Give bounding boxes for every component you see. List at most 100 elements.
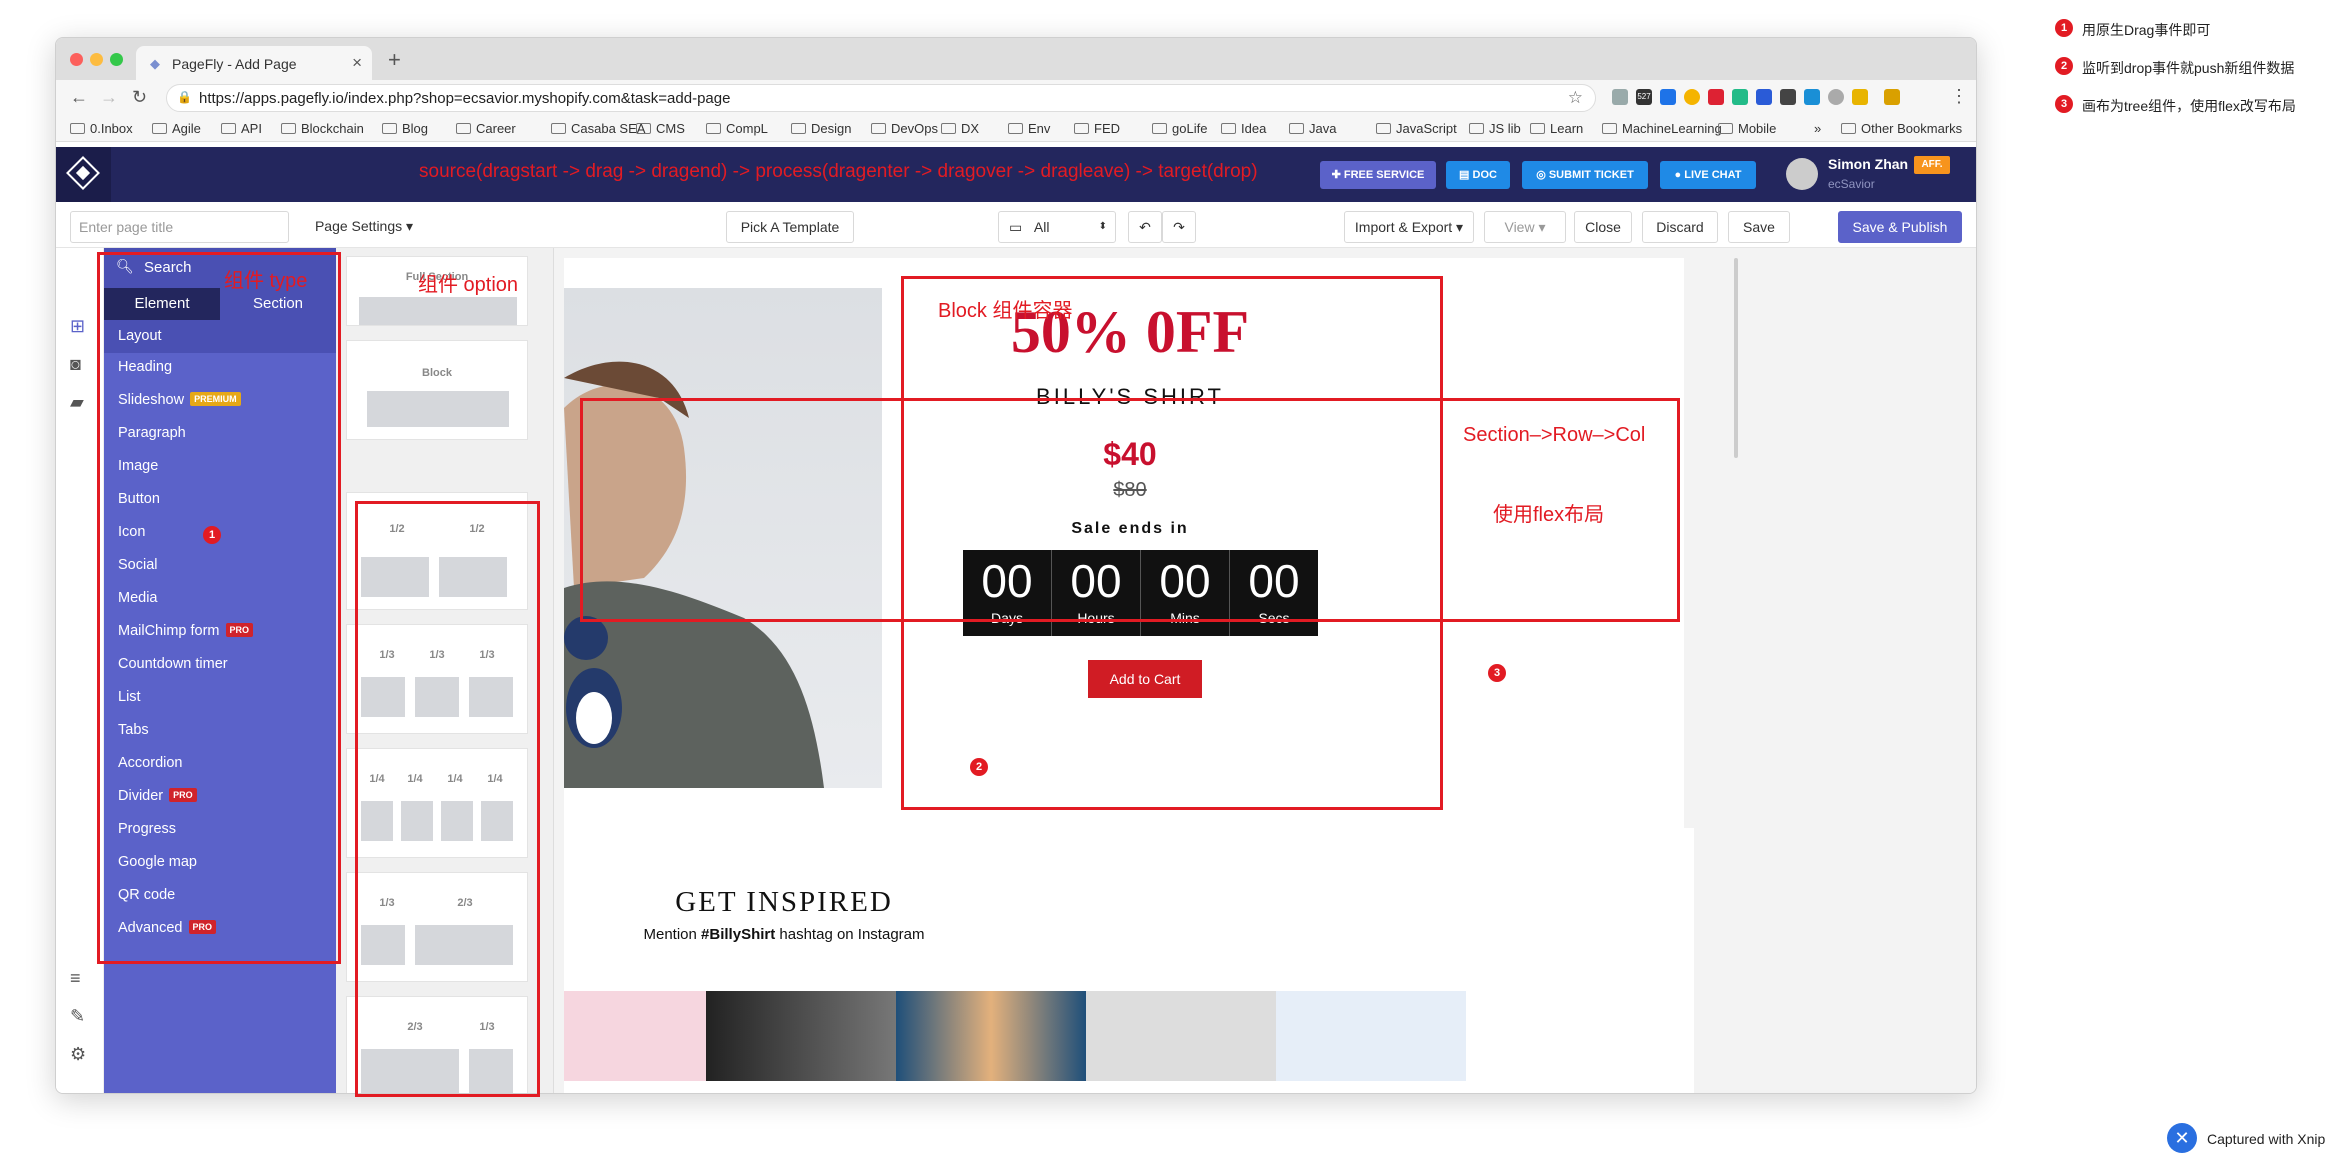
- folder-icon: [1074, 123, 1089, 134]
- device-select-value: All: [1033, 219, 1050, 235]
- elements-icon[interactable]: ⊞: [70, 316, 85, 337]
- bookmark-label: 0.Inbox: [90, 121, 133, 136]
- live-chat-button[interactable]: ● LIVE CHAT: [1660, 161, 1756, 189]
- minimize-window-button[interactable]: [90, 53, 103, 66]
- close-button[interactable]: Close: [1574, 211, 1632, 243]
- canvas-scrollbar[interactable]: [1734, 258, 1738, 458]
- save-publish-button[interactable]: Save & Publish: [1838, 211, 1962, 243]
- folder-icon: [1152, 123, 1167, 134]
- block-option[interactable]: Block: [346, 340, 528, 440]
- aff-badge[interactable]: AFF.: [1914, 156, 1950, 174]
- extension-icon[interactable]: [1804, 89, 1820, 105]
- bookmark-folder[interactable]: DevOps: [871, 121, 938, 136]
- xnip-logo-icon: ✕: [2167, 1123, 2197, 1153]
- bookmark-folder[interactable]: JS lib: [1469, 121, 1521, 136]
- bookmark-folder[interactable]: Env: [1008, 121, 1050, 136]
- extension-icon[interactable]: [1684, 89, 1700, 105]
- extension-icon[interactable]: [1828, 89, 1844, 105]
- tab-title: PageFly - Add Page: [172, 56, 297, 72]
- bookmark-folder[interactable]: Mobile: [1718, 121, 1776, 136]
- bookmark-folder[interactable]: Agile: [152, 121, 201, 136]
- note-number: 2: [2055, 57, 2073, 75]
- bookmark-star-icon[interactable]: ☆: [1568, 88, 1583, 108]
- browser-menu-icon[interactable]: ⋮: [1950, 86, 1968, 107]
- import-export-dropdown[interactable]: Import & Export ▾: [1344, 211, 1474, 243]
- bookmark-folder[interactable]: Career: [456, 121, 516, 136]
- folder-icon: [551, 123, 566, 134]
- bookmark-folder[interactable]: CompL: [706, 121, 768, 136]
- bookmark-folder[interactable]: Idea: [1221, 121, 1266, 136]
- doc-button[interactable]: ▤ DOC: [1446, 161, 1510, 189]
- instagram-photo[interactable]: [564, 991, 706, 1081]
- extension-icon[interactable]: [1756, 89, 1772, 105]
- pagefly-logo-icon[interactable]: [56, 147, 111, 202]
- bookmark-folder[interactable]: JavaScript: [1376, 121, 1457, 136]
- page-title-input[interactable]: Enter page title: [70, 211, 289, 243]
- gear-icon[interactable]: ⚙: [70, 1044, 86, 1065]
- device-select[interactable]: ▭ All ⬍: [998, 211, 1116, 243]
- bookmark-folder[interactable]: Blog: [382, 121, 428, 136]
- bookmark-label: JavaScript: [1396, 121, 1457, 136]
- discard-button[interactable]: Discard: [1642, 211, 1718, 243]
- instagram-photo[interactable]: [1086, 991, 1276, 1081]
- instagram-photo[interactable]: [706, 991, 896, 1081]
- extension-badge[interactable]: 527: [1636, 89, 1652, 105]
- page-settings-dropdown[interactable]: Page Settings ▾: [306, 211, 422, 243]
- extension-icon[interactable]: [1708, 89, 1724, 105]
- new-tab-button[interactable]: +: [388, 47, 401, 73]
- other-bookmarks[interactable]: Other Bookmarks: [1841, 121, 1962, 136]
- avatar[interactable]: [1786, 158, 1818, 190]
- full-section-preview: [359, 297, 517, 325]
- bookmark-folder[interactable]: API: [221, 121, 262, 136]
- tab-bar: ◆ PageFly - Add Page × +: [56, 38, 1976, 80]
- bookmark-label: CMS: [656, 121, 685, 136]
- folder-icon[interactable]: ▰: [70, 392, 84, 413]
- folder-icon: [221, 123, 236, 134]
- extension-icon[interactable]: [1884, 89, 1900, 105]
- bookmark-folder[interactable]: CMS: [636, 121, 685, 136]
- redo-button[interactable]: ↷: [1162, 211, 1196, 243]
- save-button[interactable]: Save: [1728, 211, 1790, 243]
- back-icon[interactable]: ←: [70, 87, 88, 108]
- user-name[interactable]: Simon Zhan: [1828, 156, 1908, 172]
- bookmark-folder[interactable]: Blockchain: [281, 121, 364, 136]
- extension-icon[interactable]: [1612, 89, 1628, 105]
- instagram-photo[interactable]: [896, 991, 1086, 1081]
- bookmark-folder[interactable]: Design: [791, 121, 851, 136]
- view-label: View: [1504, 219, 1535, 235]
- instagram-photo[interactable]: [1276, 991, 1466, 1081]
- submit-ticket-button[interactable]: ◎ SUBMIT TICKET: [1522, 161, 1648, 189]
- view-dropdown[interactable]: View ▾: [1484, 211, 1566, 243]
- undo-button[interactable]: ↶: [1128, 211, 1162, 243]
- shopify-icon[interactable]: ◙: [70, 354, 81, 375]
- reload-icon[interactable]: ↻: [132, 87, 147, 108]
- bookmark-label: Blog: [402, 121, 429, 136]
- marker-2: 2: [970, 758, 988, 776]
- bookmark-folder[interactable]: MachineLearning: [1602, 121, 1722, 136]
- extension-icon[interactable]: [1852, 89, 1868, 105]
- maximize-window-button[interactable]: [110, 53, 123, 66]
- extension-icon[interactable]: [1732, 89, 1748, 105]
- browser-tab[interactable]: ◆ PageFly - Add Page ×: [136, 46, 372, 80]
- pick-template-button[interactable]: Pick A Template: [726, 211, 854, 243]
- folder-icon: [1221, 123, 1236, 134]
- bookmark-folder[interactable]: Casaba SEA: [551, 121, 645, 136]
- close-window-button[interactable]: [70, 53, 83, 66]
- tools-icon[interactable]: ✎: [70, 1006, 85, 1027]
- url-field[interactable]: 🔒 https://apps.pagefly.io/index.php?shop…: [166, 84, 1596, 112]
- outline-icon[interactable]: ≡: [70, 968, 81, 989]
- bookmark-folder[interactable]: DX: [941, 121, 979, 136]
- bookmark-folder[interactable]: goLife: [1152, 121, 1207, 136]
- extension-icon[interactable]: [1660, 89, 1676, 105]
- bookmark-folder[interactable]: 0.Inbox: [70, 121, 133, 136]
- folder-icon: [1718, 123, 1733, 134]
- bookmarks-overflow-button[interactable]: »: [1814, 121, 1821, 136]
- bookmark-folder[interactable]: FED: [1074, 121, 1120, 136]
- extension-icon[interactable]: [1780, 89, 1796, 105]
- forward-icon[interactable]: →: [100, 87, 118, 108]
- free-service-button[interactable]: ✚ FREE SERVICE: [1320, 161, 1436, 189]
- bookmark-folder[interactable]: Learn: [1530, 121, 1583, 136]
- bookmark-label: CompL: [726, 121, 768, 136]
- close-tab-icon[interactable]: ×: [352, 53, 362, 73]
- bookmark-folder[interactable]: Java: [1289, 121, 1336, 136]
